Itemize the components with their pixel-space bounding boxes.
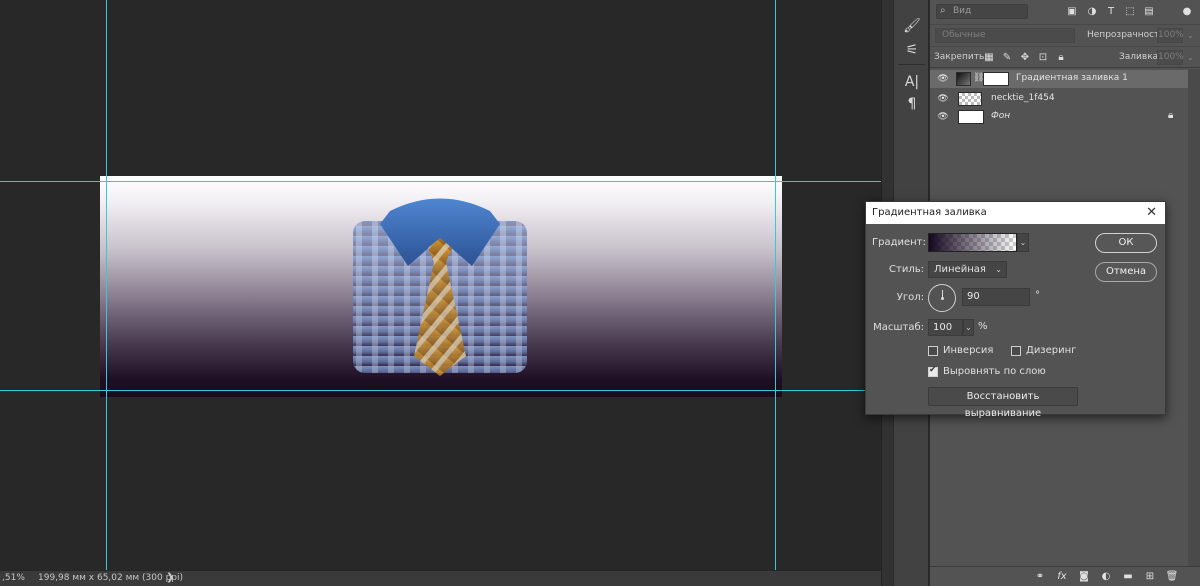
status-bar: ,51% 199,98 мм x 65,02 мм (300 ppi) ❯ (0, 570, 881, 586)
dither-label: Дизеринг (1026, 345, 1077, 356)
opacity-label: Непрозрачность: (1087, 30, 1168, 40)
layer-filter-label: Вид (953, 6, 972, 16)
degree-symbol: ° (1035, 290, 1040, 301)
align-with-layer-label: Выровнять по слою (943, 366, 1046, 377)
new-adjustment-layer-icon[interactable]: ◐ (1099, 570, 1113, 584)
brush-settings-icon[interactable]: 🖌 (900, 16, 924, 36)
lock-transparency-icon[interactable]: ▦ (983, 51, 995, 64)
necktie-shirt-image (353, 198, 527, 376)
scale-label: Масштаб: (873, 322, 924, 333)
guide-vertical-right[interactable] (775, 0, 776, 570)
fill-chevron-icon[interactable]: ⌄ (1187, 53, 1194, 62)
filter-adjustment-icon[interactable]: ◑ (1085, 5, 1099, 19)
lock-position-icon[interactable]: ✥ (1019, 51, 1031, 64)
document-size: 199,98 мм x 65,02 мм (300 ppi) (38, 573, 184, 583)
style-select-value: Линейная (934, 264, 986, 275)
dither-checkbox[interactable] (1011, 346, 1021, 356)
close-icon[interactable]: ✕ (1146, 205, 1157, 220)
background-thumbnail (958, 110, 984, 124)
new-layer-icon[interactable]: ⊞ (1143, 570, 1157, 584)
guide-horizontal-bottom[interactable] (0, 390, 881, 391)
document-canvas[interactable] (100, 176, 782, 397)
reverse-checkbox[interactable] (928, 346, 938, 356)
blend-row: Обычные Непрозрачность: 100% ⌄ (930, 24, 1200, 46)
layers-filter-row: ⌕ Вид ▣ ◑ T ⬚ ▤ ● (930, 0, 1200, 24)
layer-lock-icon: 🔒︎ (1168, 110, 1174, 121)
fill-label: Заливка: (1119, 52, 1162, 62)
style-label: Стиль: (889, 264, 924, 275)
document-canvas-area[interactable] (0, 0, 881, 570)
dialog-title-bar[interactable]: Градиентная заливка ✕ (866, 202, 1165, 224)
reverse-label: Инверсия (943, 345, 994, 356)
guide-horizontal-top[interactable] (0, 181, 881, 182)
angle-label: Угол: (896, 292, 924, 303)
visibility-eye-icon[interactable]: 👁︎ (937, 93, 949, 105)
search-icon: ⌕ (940, 5, 946, 16)
layer-row-gradient-fill[interactable]: 👁︎ ⛓ Градиентная заливка 1 (930, 70, 1188, 88)
restore-alignment-button[interactable]: Восстановить выравнивание (928, 387, 1078, 419)
new-group-icon[interactable]: ▬ (1121, 570, 1135, 584)
brush-presets-icon[interactable]: ⚟ (900, 40, 924, 60)
cancel-button[interactable]: Отмена (1095, 262, 1157, 282)
layer-style-fx-icon[interactable]: fx (1055, 570, 1069, 584)
layer-row-background[interactable]: 👁︎ Фон 🔒︎ (930, 108, 1188, 126)
visibility-eye-icon[interactable]: 👁︎ (937, 111, 949, 123)
filter-shape-icon[interactable]: ⬚ (1123, 5, 1137, 19)
filter-pixel-icon[interactable]: ▣ (1065, 5, 1079, 19)
filter-toggle-icon[interactable]: ● (1180, 5, 1194, 19)
delete-layer-icon[interactable]: 🗑︎ (1165, 570, 1179, 584)
checkmark-icon: ✔ (929, 365, 937, 375)
layer-mask-thumbnail (983, 72, 1009, 86)
visibility-eye-icon[interactable]: 👁︎ (937, 73, 949, 85)
filter-type-icon[interactable]: T (1104, 5, 1118, 19)
lock-artboard-icon[interactable]: ⊡ (1037, 51, 1049, 64)
lock-all-icon[interactable]: 🔒︎ (1055, 51, 1067, 64)
link-layers-icon[interactable]: ⚭ (1033, 570, 1047, 584)
layer-link-icon[interactable]: ⛓ (973, 72, 984, 86)
layer-gradient-thumbnail (956, 72, 971, 86)
style-select[interactable]: Линейная ⌄ (928, 261, 1007, 278)
guide-vertical-left[interactable] (106, 0, 107, 570)
gradient-dropdown-chevron-icon[interactable]: ⌄ (1017, 233, 1029, 252)
scale-dropdown-chevron-icon[interactable]: ⌄ (963, 319, 974, 336)
fill-input[interactable]: 100% (1157, 50, 1184, 65)
layer-filter-select[interactable]: ⌕ Вид (936, 4, 1028, 19)
chevron-down-icon: ⌄ (995, 265, 1002, 274)
smart-object-thumbnail (958, 92, 982, 106)
layer-name: necktie_1f454 (991, 93, 1055, 103)
blend-mode-select[interactable]: Обычные (935, 28, 1075, 43)
scale-input[interactable]: 100 (928, 319, 963, 336)
filter-smart-object-icon[interactable]: ▤ (1142, 5, 1156, 19)
layer-row-necktie[interactable]: 👁︎ necktie_1f454 (930, 90, 1188, 108)
gradient-label: Градиент: (872, 237, 926, 248)
angle-center-dot (941, 297, 944, 300)
lock-pixels-icon[interactable]: ✎ (1001, 51, 1013, 64)
lock-row: Закрепить: ▦ ✎ ✥ ⊡ 🔒︎ Заливка: 100% ⌄ (930, 46, 1200, 68)
status-menu-arrow-icon[interactable]: ❯ (166, 572, 174, 583)
ok-button[interactable]: ОК (1095, 233, 1157, 253)
lock-label: Закрепить: (934, 52, 988, 62)
add-mask-icon[interactable]: ◙ (1077, 570, 1091, 584)
opacity-chevron-icon[interactable]: ⌄ (1187, 31, 1194, 40)
gradient-preview-swatch[interactable] (928, 233, 1017, 252)
angle-dial[interactable] (928, 284, 956, 312)
dialog-title: Градиентная заливка (872, 207, 987, 218)
paragraph-panel-icon[interactable]: ¶ (900, 94, 924, 114)
layer-name: Градиентная заливка 1 (1016, 73, 1128, 83)
angle-input[interactable]: 90 (962, 288, 1030, 306)
align-with-layer-checkbox[interactable]: ✔ (928, 365, 938, 377)
layers-scrollbar[interactable] (1188, 69, 1200, 569)
gradient-fill-dialog: Градиентная заливка ✕ Градиент: ⌄ Стиль:… (865, 201, 1166, 419)
zoom-level[interactable]: ,51% (2, 573, 25, 583)
percent-symbol: % (978, 321, 988, 332)
tool-separator (898, 64, 925, 65)
opacity-input[interactable]: 100% (1157, 28, 1184, 43)
character-panel-icon[interactable]: A| (900, 72, 924, 92)
layer-name: Фон (991, 111, 1011, 121)
layers-footer: ⚭ fx ◙ ◐ ▬ ⊞ 🗑︎ (930, 566, 1200, 586)
